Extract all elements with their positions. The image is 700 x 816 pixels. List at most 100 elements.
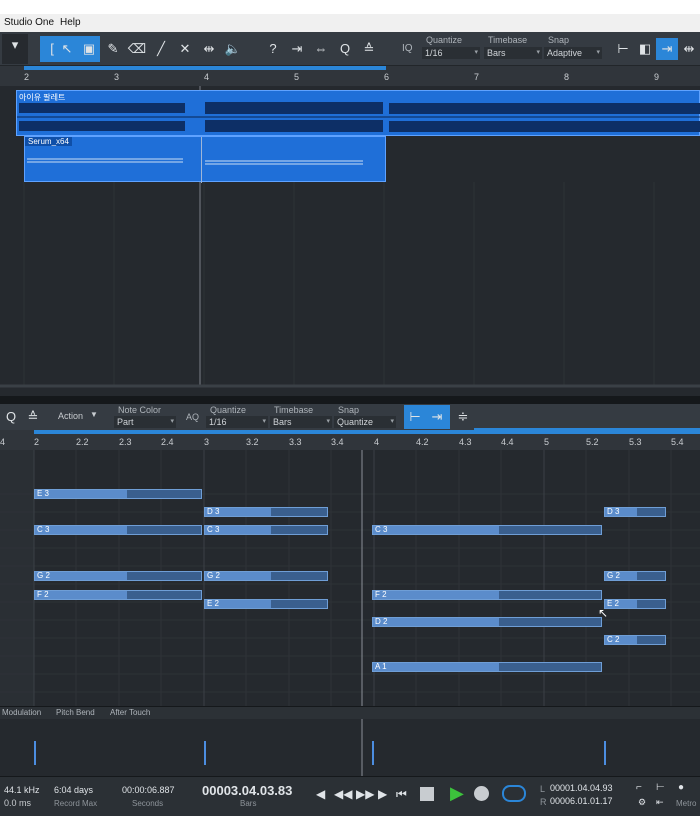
bend-marker-icon[interactable]: ⇥ [286,38,308,60]
record-icon[interactable] [474,786,489,801]
midi-note[interactable]: D 2 [372,617,602,627]
ruler-label: 5.3 [629,437,642,447]
rewind-icon[interactable]: ◀◀ [334,787,352,801]
action-menu[interactable]: Action [58,411,83,421]
split-tool-icon[interactable]: ≑ [452,406,474,428]
automation-tabs: Modulation Pitch Bend After Touch [0,707,700,719]
piano-roll-ruler[interactable]: 4 2 2.2 2.3 2.4 3 3.2 3.3 3.4 4 4.2 4.3 … [0,430,700,450]
ruler-label: 4.3 [459,437,472,447]
midi-note[interactable]: A 1 [372,662,602,672]
timebase-label: Timebase [274,405,314,415]
midi-note[interactable]: C 3 [372,525,602,535]
ruler-label: 5 [544,437,550,447]
fast-forward-icon[interactable]: ▶▶ [356,787,374,801]
snap-events-icon[interactable]: ◧ [634,38,656,60]
eraser-icon[interactable]: ⌫ [126,38,148,60]
automation-icon[interactable]: ⌐ [636,782,642,793]
select-range-icon[interactable]: ▣ [78,38,100,60]
loop-icon[interactable] [502,785,526,802]
midi-note[interactable]: E 2 [204,599,328,609]
transient-icon[interactable]: ⇔ [310,38,332,60]
midi-note[interactable]: E 2 [604,599,666,609]
help-icon[interactable]: ? [262,38,284,60]
zoom-icon[interactable]: Q [0,406,22,428]
midi-note[interactable]: G 2 [604,571,666,581]
tab-pitch-bend[interactable]: Pitch Bend [56,708,95,717]
snap-cursor-icon[interactable]: ⇥ [426,406,448,428]
menu-help[interactable]: Help [60,17,81,28]
split-tool-icon[interactable]: ⇹ [198,38,220,60]
play-icon[interactable]: ▶ [450,783,464,804]
snap-cursor-icon[interactable]: ⇥ [656,38,678,60]
chevron-down-icon[interactable]: ▼ [90,410,98,419]
listen-tool-icon[interactable]: 🔈 [222,38,244,60]
metronome-label[interactable]: Metro [676,799,696,808]
quantize-dropdown[interactable]: 1/16 ▾ [206,416,268,428]
audio-waveform [17,102,700,132]
velocity-lane [34,719,606,777]
quantize-label: Quantize [210,405,247,415]
bars-value: 00003.04.03.83 [202,783,293,798]
midi-note[interactable]: G 2 [204,571,328,581]
note-color-dropdown[interactable]: Part ▾ [114,416,176,428]
pencil-icon[interactable]: ✎ [102,38,124,60]
quantize-tool-icon[interactable]: ≙ [22,406,44,428]
paint-tool-icon[interactable]: ╱ [150,38,172,60]
instrument-clip[interactable]: Serum_x64 [24,136,386,183]
tab-modulation[interactable]: Modulation [2,708,41,717]
ruler-label: 7 [474,72,480,82]
arrange-view[interactable]: 2 3 4 5 6 7 8 9 아이유 팔레트 Serum_x64 [0,66,700,396]
precount-icon[interactable]: ⊢ [656,782,665,793]
panel-divider[interactable] [0,396,700,404]
aq-label[interactable]: AQ [186,412,199,422]
gear-icon[interactable]: ⚙ [638,797,646,808]
midi-note[interactable]: G 2 [34,571,202,581]
menu-studio-one[interactable]: Studio One [4,17,54,28]
mute-tool-icon[interactable]: ✕ [174,38,196,60]
timebase-dropdown[interactable]: Bars ▾ [484,47,542,59]
snap-grid-icon[interactable]: ⊢ [612,38,634,60]
arrange-ruler[interactable]: 2 3 4 5 6 7 8 9 [0,66,700,86]
midi-note[interactable]: F 2 [372,590,602,600]
next-marker-icon[interactable]: ▶ [378,787,387,801]
transport-bar: 44.1 kHz 0.0 ms 6:04 days Record Max 00:… [0,776,700,816]
tempo-icon[interactable]: ⇤ [656,797,664,808]
ruler-label: 4 [0,437,6,447]
metronome-indicator-icon[interactable]: ● [678,782,684,793]
loop-bar[interactable] [24,66,386,70]
timebase-dropdown[interactable]: Bars ▾ [270,416,332,428]
bars-label: Bars [240,799,257,808]
midi-note[interactable]: F 2 [34,590,202,600]
snap-grid-icon[interactable]: ⊢ [404,406,426,428]
loop-bar[interactable] [34,430,700,434]
loop-right-value[interactable]: 00006.01.01.17 [550,796,613,806]
midi-note[interactable]: C 2 [604,635,666,645]
split-events-icon[interactable]: ⇹ [678,38,700,60]
ruler-label: 2.4 [161,437,174,447]
loop-left-value[interactable]: 00001.04.04.93 [550,783,613,793]
note-color-label: Note Color [118,405,162,415]
snap-dropdown[interactable]: Quantize ▾ [334,416,396,428]
midi-note[interactable]: C 3 [204,525,328,535]
previous-marker-icon[interactable]: ◀ [316,787,325,801]
stop-icon[interactable] [420,787,434,801]
audio-clip[interactable]: 아이유 팔레트 [16,90,700,136]
midi-note[interactable]: E 3 [34,489,202,499]
midi-note[interactable]: D 3 [204,507,328,517]
automation-lane[interactable]: Modulation Pitch Bend After Touch [0,706,700,777]
quantize-dropdown[interactable]: 1/16 ▾ [422,47,480,59]
snap-dropdown[interactable]: Adaptive ▾ [544,47,602,59]
ruler-label: 2 [24,72,30,82]
zoom-icon[interactable]: Q [334,38,356,60]
arrow-tool-icon[interactable]: ↖ [56,38,78,60]
return-to-zero-icon[interactable]: ⏮ [396,787,407,802]
midi-note[interactable]: C 3 [34,525,202,535]
midi-note[interactable]: D 3 [604,507,666,517]
iq-label[interactable]: IQ [402,43,413,54]
editor-toolbar: Q ≙ Action ▼ Note Color Part ▾ AQ Quantiz… [0,404,700,430]
ruler-label: 5 [294,72,300,82]
piano-roll[interactable]: 4 2 2.2 2.3 2.4 3 3.2 3.3 3.4 4 4.2 4.3 … [0,430,700,706]
tab-after-touch[interactable]: After Touch [110,708,150,717]
dropdown-arrow-icon[interactable]: ▾ [2,34,28,64]
quantize-tool-icon[interactable]: ≙ [358,38,380,60]
